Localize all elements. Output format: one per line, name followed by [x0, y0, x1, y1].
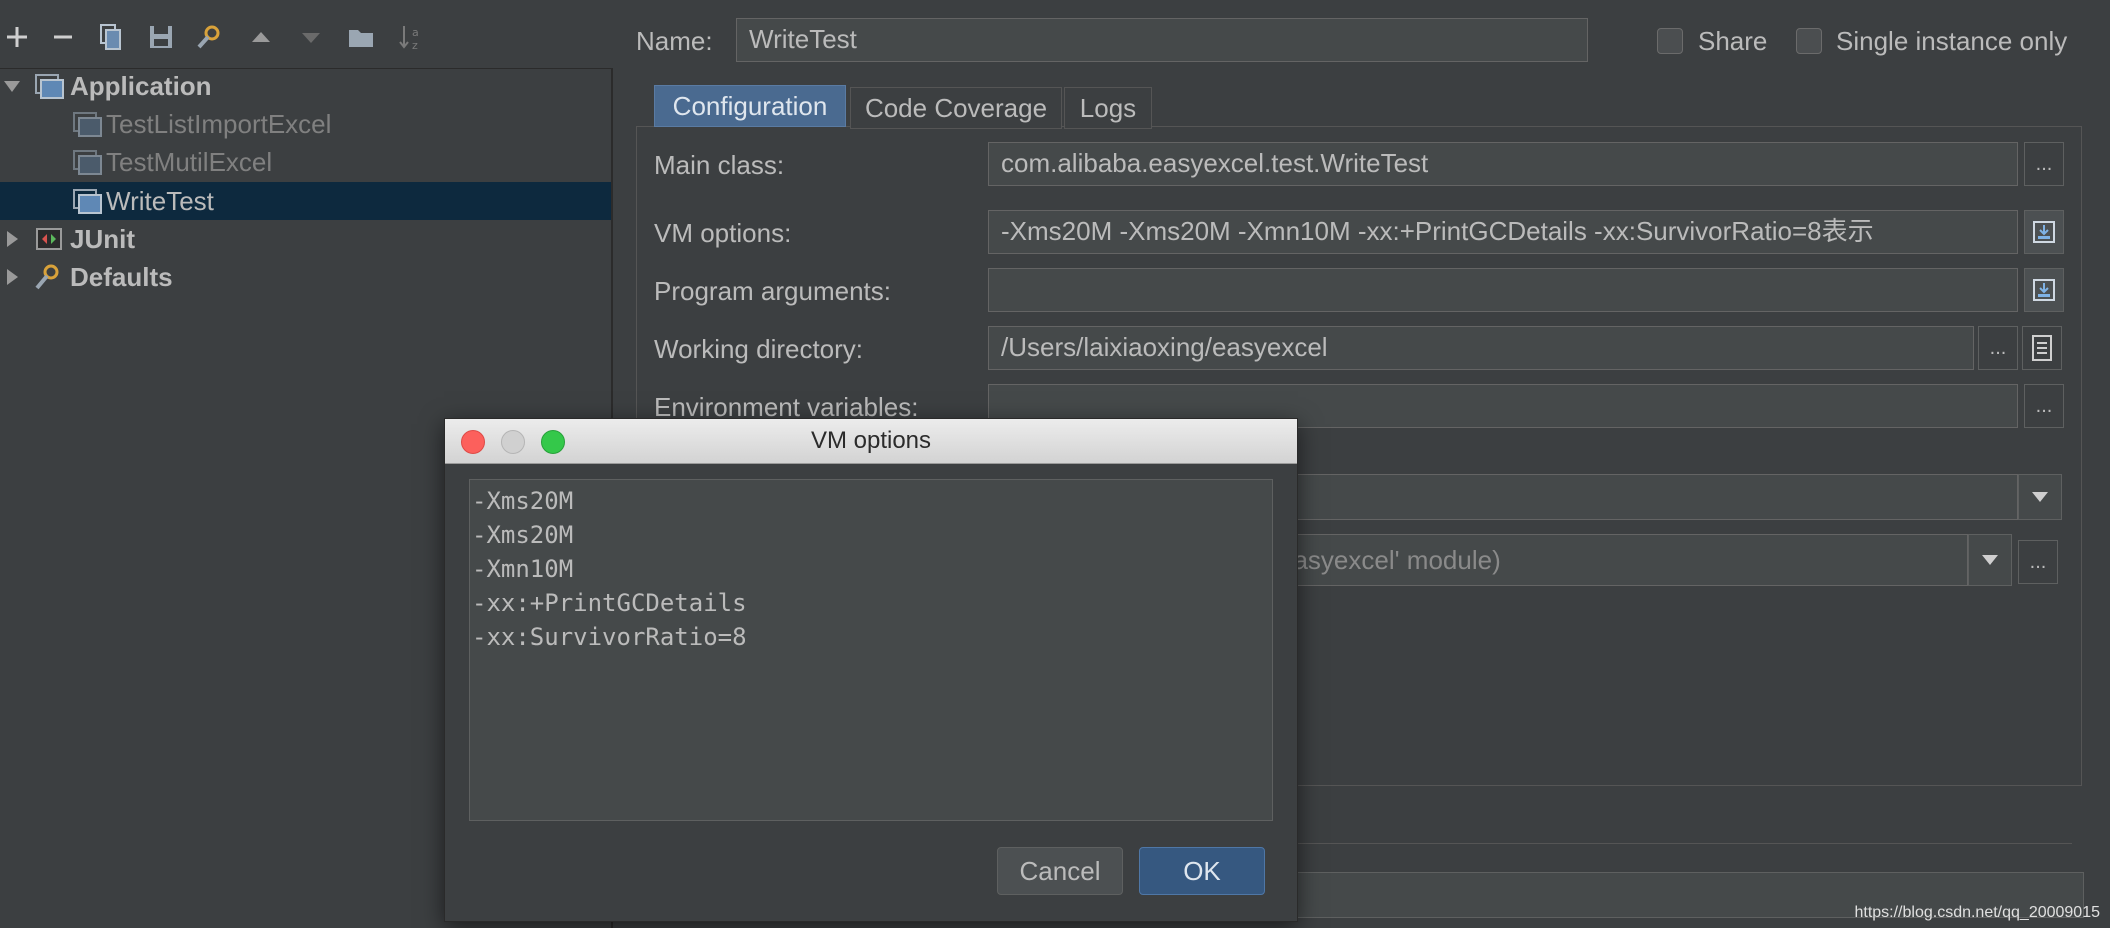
single-instance-label: Single instance only	[1836, 26, 2068, 56]
application-config-icon	[73, 150, 102, 175]
program-arguments-input[interactable]	[988, 268, 2018, 312]
chevron-down-icon	[1982, 555, 1998, 565]
tree-toolbar: az	[0, 0, 612, 69]
junit-icon	[36, 228, 62, 250]
single-instance-checkbox[interactable]	[1796, 28, 1822, 54]
edit-environment-variables-button[interactable]: ...	[2024, 384, 2064, 428]
tree-item-testmutilexcel[interactable]: TestMutilExcel	[0, 143, 612, 181]
tree-item-label: WriteTest	[106, 185, 214, 216]
collapsed-arrow-icon[interactable]	[2, 267, 22, 287]
vm-options-dialog: VM options -Xms20M -Xms20M -Xmn10M -xx:+…	[444, 418, 1298, 922]
sort-icon[interactable]: az	[394, 20, 428, 54]
add-icon[interactable]	[0, 20, 34, 54]
program-arguments-label: Program arguments:	[654, 276, 891, 306]
tree-label-application: Application	[70, 70, 212, 101]
expand-vm-options-button[interactable]	[2024, 210, 2064, 254]
save-icon[interactable]	[144, 20, 178, 54]
expand-field-icon	[2033, 221, 2055, 243]
folder-icon[interactable]	[344, 20, 378, 54]
classpath-module-value: easyexcel' module)	[1279, 545, 1501, 575]
vm-option-line: -Xms20M	[472, 521, 574, 549]
wrench-icon	[35, 264, 59, 290]
share-checkbox[interactable]	[1657, 28, 1683, 54]
separator	[1296, 843, 2072, 844]
main-class-label: Main class:	[654, 150, 785, 180]
dialog-titlebar[interactable]: VM options	[445, 419, 1297, 464]
svg-text:z: z	[412, 39, 418, 52]
move-up-icon[interactable]	[244, 20, 278, 54]
tree-item-label: TestMutilExcel	[106, 146, 273, 177]
collapsed-arrow-icon[interactable]	[2, 229, 22, 249]
expand-arrow-icon[interactable]	[2, 76, 22, 96]
vm-option-line: -Xms20M	[472, 487, 574, 515]
tree-item-label: TestListImportExcel	[106, 108, 332, 139]
tab-code-coverage[interactable]: Code Coverage	[850, 87, 1062, 129]
vm-options-input[interactable]: -Xms20M -Xms20M -Xmn10M -xx:+PrintGCDeta…	[988, 210, 2018, 254]
working-directory-label: Working directory:	[654, 334, 864, 364]
vm-options-label: VM options:	[654, 218, 792, 248]
share-label: Share	[1698, 26, 1768, 56]
tree-node-junit[interactable]: JUnit	[0, 220, 612, 258]
tree-label-junit: JUnit	[70, 223, 135, 254]
browse-main-class-button[interactable]: ...	[2024, 142, 2064, 186]
insert-macro-button[interactable]	[2022, 326, 2062, 370]
working-directory-input[interactable]: /Users/laixiaoxing/easyexcel	[988, 326, 1974, 370]
ok-button[interactable]: OK	[1139, 847, 1265, 895]
vm-options-textarea[interactable]: -Xms20M -Xms20M -Xmn10M -xx:+PrintGCDeta…	[469, 479, 1273, 821]
move-down-icon[interactable]	[294, 20, 328, 54]
browse-working-directory-button[interactable]: ...	[1978, 326, 2018, 370]
watermark-text: https://blog.csdn.net/qq_20009015	[1854, 904, 2100, 921]
jre-dropdown-button[interactable]	[2018, 474, 2062, 520]
remove-icon[interactable]	[46, 20, 80, 54]
tree-label-defaults: Defaults	[70, 261, 173, 292]
expand-program-arguments-button[interactable]	[2024, 268, 2064, 312]
document-icon	[2032, 335, 2052, 361]
vm-option-line: -xx:+PrintGCDetails	[472, 589, 747, 617]
application-config-icon	[73, 112, 102, 137]
edit-defaults-icon[interactable]	[192, 20, 226, 54]
svg-text:a: a	[412, 26, 419, 39]
tree-item-testlistimportexcel[interactable]: TestListImportExcel	[0, 105, 612, 143]
vm-option-line: -xx:SurvivorRatio=8	[472, 623, 747, 651]
chevron-down-icon	[2032, 492, 2048, 502]
tab-configuration[interactable]: Configuration	[654, 85, 846, 127]
module-dropdown-button[interactable]	[1968, 534, 2012, 586]
name-input[interactable]: WriteTest	[736, 18, 1588, 62]
module-options-button[interactable]: ...	[2018, 540, 2058, 584]
name-label: Name:	[636, 26, 713, 56]
expand-field-icon	[2033, 279, 2055, 301]
vm-option-line: -Xmn10M	[472, 555, 574, 583]
tree-node-defaults[interactable]: Defaults	[0, 258, 612, 296]
tree-item-writetest[interactable]: WriteTest	[0, 182, 612, 220]
application-config-icon	[73, 189, 102, 214]
tab-logs[interactable]: Logs	[1064, 87, 1152, 129]
dialog-title: VM options	[810, 427, 932, 454]
cancel-button[interactable]: Cancel	[997, 847, 1123, 895]
main-class-input[interactable]: com.alibaba.easyexcel.test.WriteTest	[988, 142, 2018, 186]
tree-node-application[interactable]: Application	[0, 67, 612, 105]
application-icon	[35, 74, 64, 99]
copy-icon[interactable]	[94, 20, 128, 54]
